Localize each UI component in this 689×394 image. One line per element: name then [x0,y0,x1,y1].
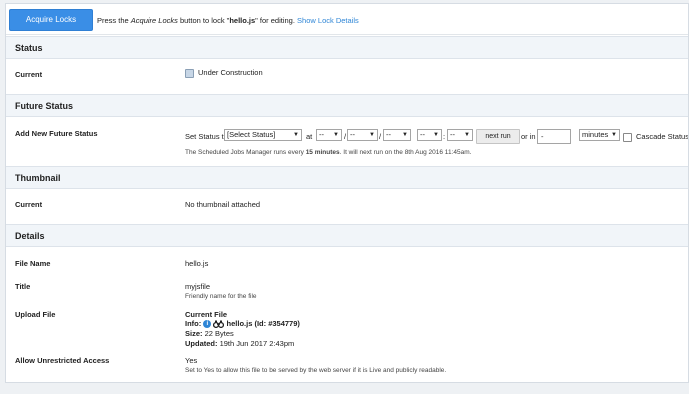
hint-pre: The Scheduled Jobs Manager runs every [185,149,306,156]
lock-message-pre: Press the [97,16,131,25]
lock-message-mid: button to lock " [177,16,230,25]
file-name-value: hello.js [185,259,209,268]
set-status-to-label: Set Status to [185,132,228,141]
file-info: Info: i hello.js (Id: #354779) [185,319,300,329]
title-value: myjsfile [185,282,211,291]
lock-message-file: hello.js [229,16,256,25]
chevron-down-icon: ▼ [333,132,339,138]
title-hint: Friendly name for the file [185,293,257,300]
size-label: Size: [185,329,203,338]
lock-message-post: " for editing. [255,16,295,25]
size-value: 22 Bytes [204,329,234,338]
chevron-down-icon: ▼ [433,132,439,138]
lock-toolbar: Acquire Locks Press the Acquire Locks bu… [6,4,688,35]
show-lock-details-link[interactable]: Show Lock Details [297,16,359,25]
chevron-down-icon: ▼ [464,132,470,138]
day-select-value: -- [319,130,324,139]
binoculars-icon[interactable] [213,320,225,329]
status-current-text: Under Construction [198,68,263,77]
lock-message-em: Acquire Locks [130,16,178,25]
edit-panel: Acquire Locks Press the Acquire Locks bu… [5,3,689,383]
unrestricted-access-label: Allow Unrestricted Access [15,356,110,365]
current-file-link[interactable]: Current File [185,310,227,319]
updated-label: Updated: [185,339,218,348]
month-select-value: -- [350,130,355,139]
status-section-heading: Status [6,36,688,59]
status-select[interactable]: [Select Status] ▼ [224,129,302,141]
info-value: hello.js (Id: #354779) [226,319,300,328]
minutes-input[interactable]: - [537,129,571,144]
hour-select-value: -- [420,130,425,139]
cascade-status-option: Cascade Status Cha [623,131,689,143]
chevron-down-icon: ▼ [402,132,408,138]
date-slash-1: / [344,132,347,141]
month-select[interactable]: -- ▼ [347,129,378,141]
hour-select[interactable]: -- ▼ [417,129,442,141]
unrestricted-access-value[interactable]: Yes [185,356,197,365]
status-current-value: Under Construction [185,68,263,78]
lock-message: Press the Acquire Locks button to lock "… [97,16,359,25]
minutes-unit-select[interactable]: minutes ▼ [579,129,620,141]
info-label: Info: [185,319,202,328]
thumbnail-section-heading: Thumbnail [6,166,688,189]
scheduled-jobs-hint: The Scheduled Jobs Manager runs every 15… [185,149,471,156]
unrestricted-access-hint: Set to Yes to allow this file to be serv… [185,367,447,374]
info-icon[interactable]: i [203,320,212,329]
chevron-down-icon: ▼ [369,132,375,138]
thumbnail-current-value: No thumbnail attached [185,200,261,209]
file-size: Size: 22 Bytes [185,329,234,338]
minutes-unit-value: minutes [582,130,609,139]
acquire-locks-button[interactable]: Acquire Locks [9,9,93,31]
hint-bold: 15 minutes [305,149,340,156]
day-select[interactable]: -- ▼ [316,129,342,141]
hint-post: . It will next run on the 8th Aug 2016 1… [339,149,472,156]
upload-file-label: Upload File [15,310,56,319]
under-construction-checkbox[interactable] [185,68,194,78]
time-colon: : [443,132,446,141]
at-label: at [306,132,313,141]
future-status-section-heading: Future Status [6,94,688,117]
minute-select-value: -- [450,130,455,139]
updated-value: 19th Jun 2017 2:43pm [219,339,295,348]
date-slash-2: / [379,132,382,141]
or-in-label: or in [521,132,536,141]
chevron-down-icon: ▼ [293,132,299,138]
status-select-value: [Select Status] [227,130,276,139]
file-name-label: File Name [15,259,51,268]
add-future-status-label: Add New Future Status [15,129,98,138]
title-label: Title [15,282,31,291]
next-run-button[interactable]: next run [476,129,520,144]
details-section-heading: Details [6,224,688,247]
year-select[interactable]: -- ▼ [383,129,411,141]
year-select-value: -- [386,130,391,139]
thumbnail-current-label: Current [15,200,43,209]
file-updated: Updated: 19th Jun 2017 2:43pm [185,339,294,348]
status-current-label: Current [15,70,43,79]
chevron-down-icon: ▼ [611,132,617,138]
cascade-status-checkbox[interactable] [623,132,632,142]
minute-select[interactable]: -- ▼ [447,129,473,141]
cascade-status-label: Cascade Status Cha [636,132,689,141]
